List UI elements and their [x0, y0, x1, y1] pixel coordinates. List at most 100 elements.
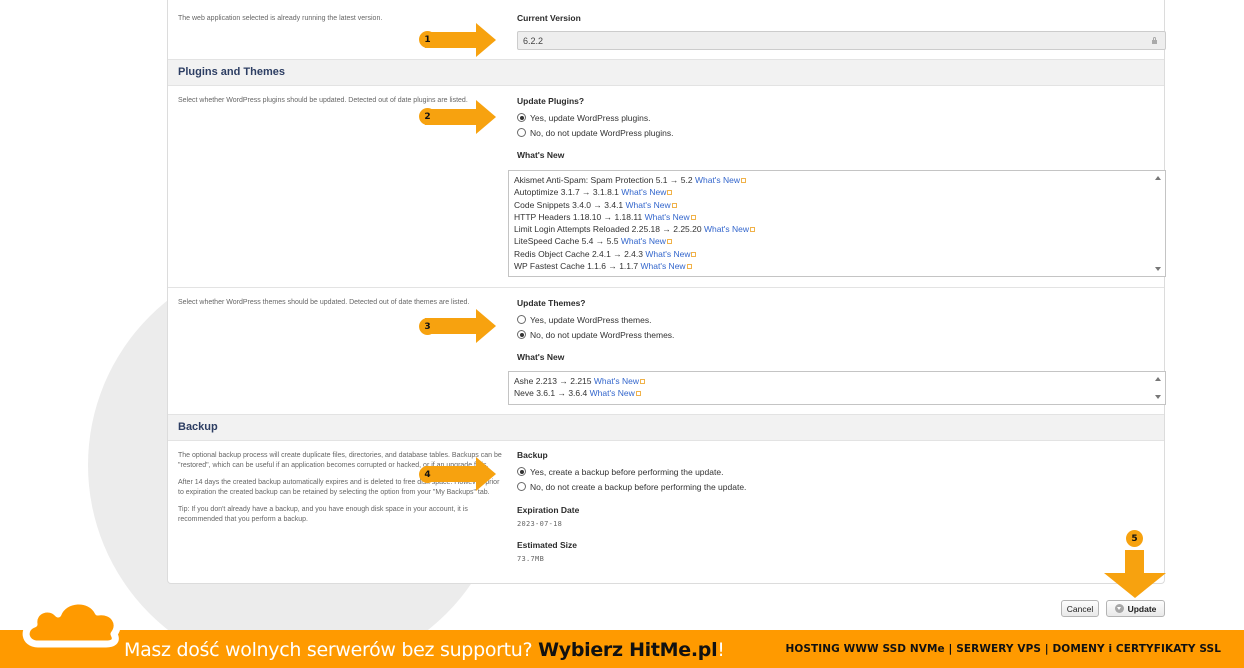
radio-backup-no-label: No, do not create a backup before perfor…: [530, 481, 747, 492]
plugins-whats-new-list[interactable]: Akismet Anti-Spam: Spam Protection 5.1 →…: [508, 170, 1166, 277]
radio-backup-yes-label: Yes, create a backup before performing t…: [530, 466, 724, 477]
version-description: The web application selected is already …: [178, 15, 383, 22]
list-item-text: Neve 3.6.1 → 3.6.4: [514, 388, 588, 399]
list-item-text: Code Snippets 3.4.0 → 3.4.1: [514, 199, 624, 210]
update-plugins-label: Update Plugins?: [517, 96, 585, 106]
themes-row: Select whether WordPress themes should b…: [168, 287, 1166, 414]
callout-badge: 3: [419, 318, 436, 335]
radio-themes-yes[interactable]: Yes, update WordPress themes.: [517, 312, 1157, 327]
update-button[interactable]: Update: [1106, 600, 1165, 617]
radio-button-icon[interactable]: [517, 315, 526, 324]
list-item: HTTP Headers 1.18.10 → 1.18.11 What's Ne…: [514, 211, 1165, 223]
callout-badge: 5: [1126, 530, 1143, 547]
arrow-head-icon: [1104, 573, 1166, 598]
external-link-icon: [667, 190, 673, 196]
whats-new-link[interactable]: What's New: [590, 388, 635, 398]
backup-tip: Tip: If you don't already have a backup,…: [178, 506, 468, 523]
estimated-size-value: 73.7MB: [517, 555, 545, 563]
radio-themes-yes-label: Yes, update WordPress themes.: [530, 314, 652, 325]
list-item: Ashe 2.213 → 2.215 What's New: [514, 375, 1165, 387]
list-item-text: HTTP Headers 1.18.10 → 1.18.11: [514, 211, 643, 222]
external-link-icon: [691, 251, 697, 257]
expiration-date-value: 2023-07-18: [517, 520, 563, 528]
list-item: Akismet Anti-Spam: Spam Protection 5.1 →…: [514, 174, 1165, 186]
plugins-description: Select whether WordPress plugins should …: [178, 97, 468, 104]
current-version-value: 6.2.2: [523, 36, 544, 46]
list-item-text: LiteSpeed Cache 5.4 → 5.5: [514, 236, 619, 247]
promo-text: Masz dość wolnych serwerów bez supportu?…: [124, 639, 725, 661]
radio-backup-no[interactable]: No, do not create a backup before perfor…: [517, 479, 1157, 494]
themes-description: Select whether WordPress themes should b…: [178, 299, 470, 306]
radio-backup-yes[interactable]: Yes, create a backup before performing t…: [517, 464, 1157, 479]
callout-badge: 1: [419, 31, 436, 48]
scroll-up-icon[interactable]: [1155, 176, 1161, 180]
update-form-panel: The web application selected is already …: [167, 0, 1166, 584]
list-item: Code Snippets 3.4.0 → 3.4.1 What's New: [514, 199, 1165, 211]
scroll-down-icon[interactable]: [1155, 395, 1161, 399]
list-item-text: WP Fastest Cache 1.1.6 → 1.1.7: [514, 261, 639, 272]
promo-exclamation: !: [717, 639, 725, 661]
radio-button-icon[interactable]: [517, 113, 526, 122]
arrow-head-icon: [476, 100, 496, 134]
radio-button-icon[interactable]: [517, 467, 526, 476]
themes-whats-new-list[interactable]: Ashe 2.213 → 2.215 What's New Neve 3.6.1 …: [508, 371, 1166, 405]
list-item: Limit Login Attempts Reloaded 2.25.18 → …: [514, 223, 1165, 235]
external-link-icon: [690, 214, 696, 220]
arrow-down-icon: [1125, 550, 1144, 574]
arrow-head-icon: [476, 309, 496, 343]
list-item-text: Limit Login Attempts Reloaded 2.25.18 → …: [514, 224, 702, 235]
radio-themes-no[interactable]: No, do not update WordPress themes.: [517, 327, 1157, 342]
whats-new-link[interactable]: What's New: [640, 261, 685, 271]
section-title-plugins-themes: Plugins and Themes: [178, 66, 285, 78]
whats-new-link[interactable]: What's New: [645, 249, 690, 259]
external-link-icon: [635, 391, 641, 397]
whats-new-link[interactable]: What's New: [621, 187, 666, 197]
themes-whats-new-label: What's New: [517, 352, 565, 362]
callout-badge: 2: [419, 108, 436, 125]
promo-brand: Wybierz HitMe.pl: [538, 639, 718, 661]
update-button-label: Update: [1127, 603, 1157, 614]
list-item: Autoptimize 3.1.7 → 3.1.8.1 What's New: [514, 186, 1165, 198]
plugins-whats-new-label: What's New: [517, 150, 565, 160]
external-link-icon: [666, 239, 672, 245]
list-item: Neve 3.6.1 → 3.6.4 What's New: [514, 387, 1165, 399]
services-list: HOSTING WWW SSD NVMe | SERWERY VPS | DOM…: [785, 643, 1221, 655]
estimated-size-label: Estimated Size: [517, 540, 577, 550]
scroll-down-icon[interactable]: [1155, 267, 1161, 271]
external-link-icon: [750, 227, 756, 233]
section-header-backup: Backup: [168, 414, 1164, 441]
external-link-icon: [741, 178, 747, 183]
whats-new-link[interactable]: What's New: [626, 200, 671, 210]
current-version-label: Current Version: [517, 13, 581, 23]
version-row: The web application selected is already …: [168, 0, 1166, 59]
external-link-icon: [639, 379, 645, 384]
radio-button-icon[interactable]: [517, 128, 526, 137]
external-link-icon: [671, 202, 677, 208]
list-item: Redis Object Cache 2.4.1 → 2.4.3 What's …: [514, 248, 1165, 260]
scroll-up-icon[interactable]: [1155, 377, 1161, 381]
radio-plugins-yes[interactable]: Yes, update WordPress plugins.: [517, 110, 1157, 125]
whats-new-link[interactable]: What's New: [621, 236, 666, 246]
whats-new-link[interactable]: What's New: [594, 376, 639, 386]
whats-new-link[interactable]: What's New: [645, 212, 690, 222]
list-item-text: Akismet Anti-Spam: Spam Protection 5.1 →…: [514, 175, 693, 185]
external-link-icon: [686, 264, 692, 270]
radio-button-icon[interactable]: [517, 482, 526, 491]
plugins-row: Select whether WordPress plugins should …: [168, 86, 1166, 287]
list-item: WP Fastest Cache 1.1.6 → 1.1.7 What's Ne…: [514, 260, 1165, 272]
radio-button-icon[interactable]: [517, 330, 526, 339]
radio-plugins-no[interactable]: No, do not update WordPress plugins.: [517, 125, 1157, 140]
whats-new-link[interactable]: What's New: [704, 224, 749, 234]
backup-row: The optional backup process will create …: [168, 441, 1164, 583]
arrow-head-icon: [476, 23, 496, 57]
promo-lead: Masz dość wolnych serwerów bez supportu?: [124, 639, 539, 661]
list-item-text: Autoptimize 3.1.7 → 3.1.8.1: [514, 187, 619, 198]
update-themes-label: Update Themes?: [517, 298, 586, 308]
lock-icon: [1152, 37, 1157, 44]
whats-new-link[interactable]: What's New: [695, 175, 740, 185]
section-title-backup: Backup: [178, 421, 218, 433]
promo-footer-banner[interactable]: Masz dość wolnych serwerów bez supportu?…: [0, 630, 1244, 668]
current-version-field: 6.2.2: [517, 31, 1166, 50]
cancel-button[interactable]: Cancel: [1061, 600, 1099, 617]
cloud-logo-icon: [22, 597, 121, 648]
